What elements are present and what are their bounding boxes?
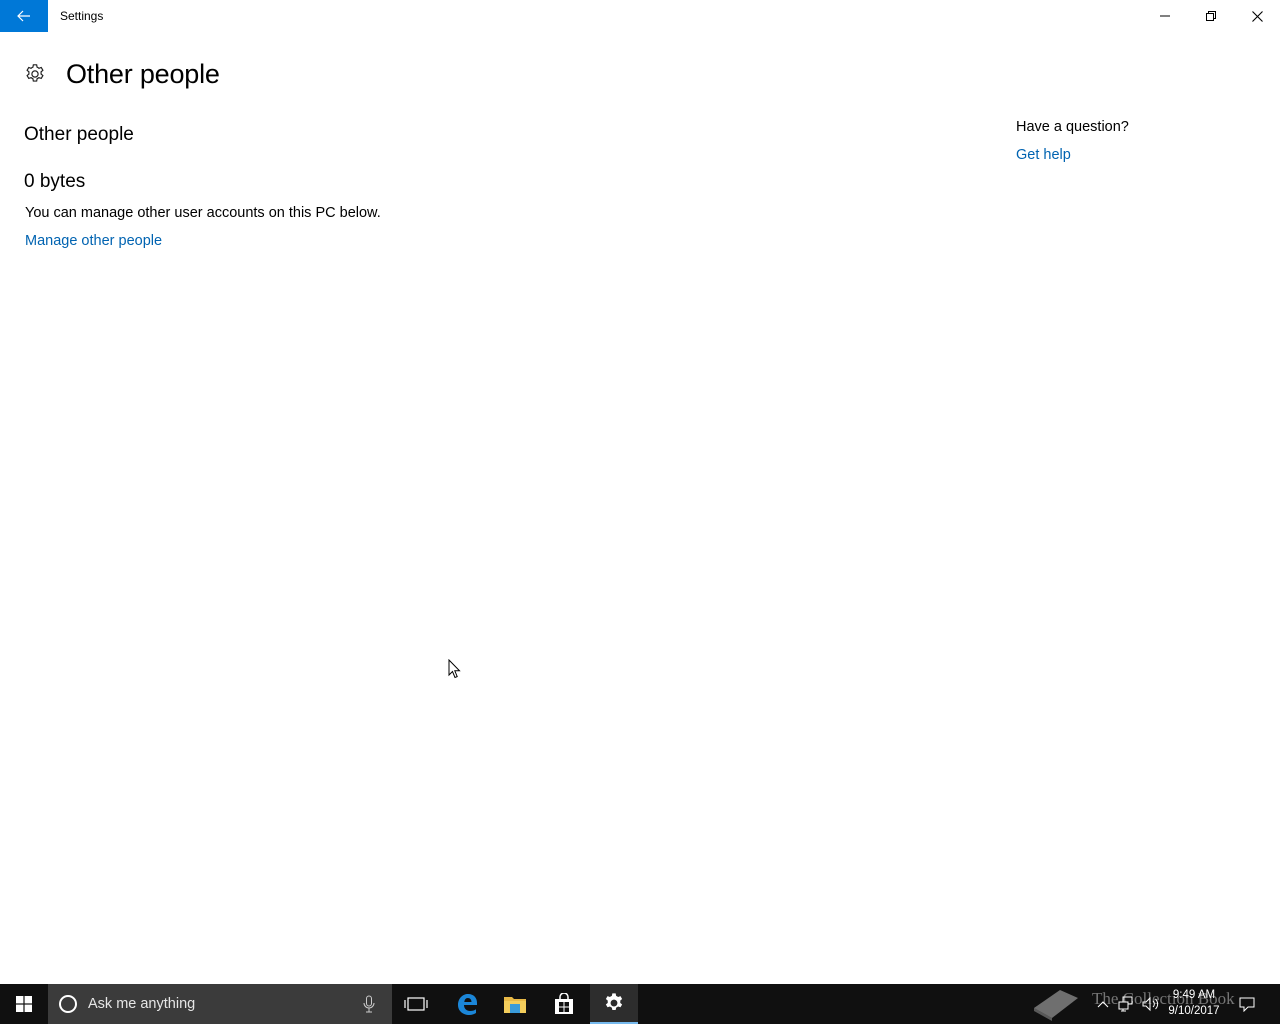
edge-button[interactable]	[443, 984, 491, 1024]
minimize-icon	[1160, 15, 1170, 17]
gear-icon	[26, 64, 44, 82]
back-button[interactable]	[0, 0, 48, 32]
help-question: Have a question?	[1016, 119, 1129, 135]
store-icon	[555, 993, 573, 1014]
title-bar: Settings	[0, 0, 1280, 32]
page-header: Other people	[24, 56, 220, 92]
mouse-cursor-icon	[448, 659, 461, 679]
search-placeholder: Ask me anything	[88, 996, 196, 1012]
taskbar: Ask me anything The Collection Book 9:49…	[0, 984, 1280, 1024]
book-watermark-icon	[1034, 990, 1078, 1021]
back-arrow-icon	[17, 10, 30, 22]
notification-icon	[1239, 997, 1255, 1012]
task-view-button[interactable]	[392, 984, 440, 1024]
start-icon	[16, 996, 32, 1012]
page-title: Other people	[66, 58, 220, 89]
show-hidden-icons-button[interactable]	[1092, 984, 1114, 1024]
description-text: You can manage other user accounts on th…	[25, 205, 381, 221]
chevron-up-icon	[1097, 1001, 1109, 1008]
minimize-button[interactable]	[1142, 0, 1188, 32]
clock[interactable]: 9:49 AM 9/10/2017	[1164, 987, 1224, 1019]
cortana-icon	[59, 995, 77, 1013]
network-button[interactable]	[1114, 984, 1138, 1024]
section-title: Other people	[24, 124, 134, 145]
app-title: Settings	[60, 9, 104, 23]
action-center-button[interactable]	[1232, 984, 1262, 1024]
network-icon	[1118, 996, 1133, 1012]
close-button[interactable]	[1234, 0, 1280, 32]
store-button[interactable]	[540, 984, 588, 1024]
settings-icon	[605, 993, 623, 1011]
settings-taskbar-button[interactable]	[590, 984, 638, 1024]
microphone-icon[interactable]	[362, 994, 376, 1014]
start-button[interactable]	[0, 984, 48, 1024]
restore-button[interactable]	[1188, 0, 1234, 32]
get-help-link[interactable]: Get help	[1016, 147, 1071, 163]
search-box[interactable]: Ask me anything	[48, 984, 392, 1024]
volume-icon	[1142, 996, 1159, 1012]
volume-button[interactable]	[1138, 984, 1164, 1024]
task-view-icon	[404, 997, 428, 1011]
file-explorer-button[interactable]	[491, 984, 539, 1024]
restore-icon	[1206, 11, 1216, 21]
clock-time: 9:49 AM	[1172, 989, 1216, 1001]
manage-other-people-link[interactable]: Manage other people	[25, 233, 162, 249]
close-icon	[1251, 10, 1263, 22]
storage-size: 0 bytes	[24, 171, 86, 192]
edge-icon	[458, 994, 477, 1015]
file-explorer-icon	[504, 997, 526, 1013]
clock-date: 9/10/2017	[1168, 1005, 1220, 1017]
